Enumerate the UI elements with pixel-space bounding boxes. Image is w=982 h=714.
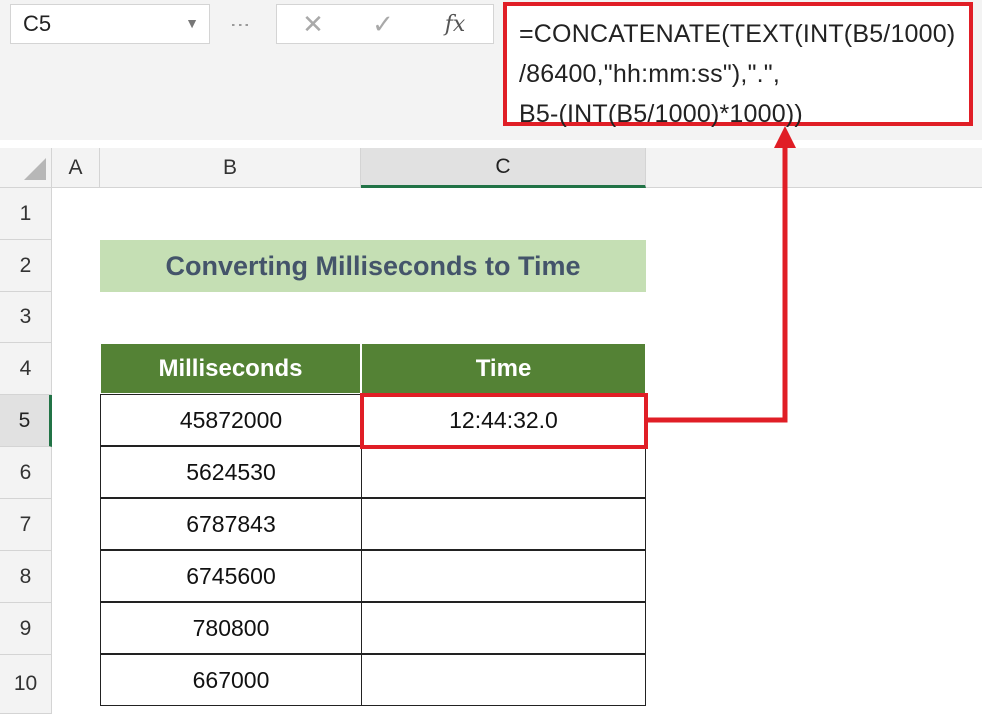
callout-arrow-icon [646, 126, 796, 423]
